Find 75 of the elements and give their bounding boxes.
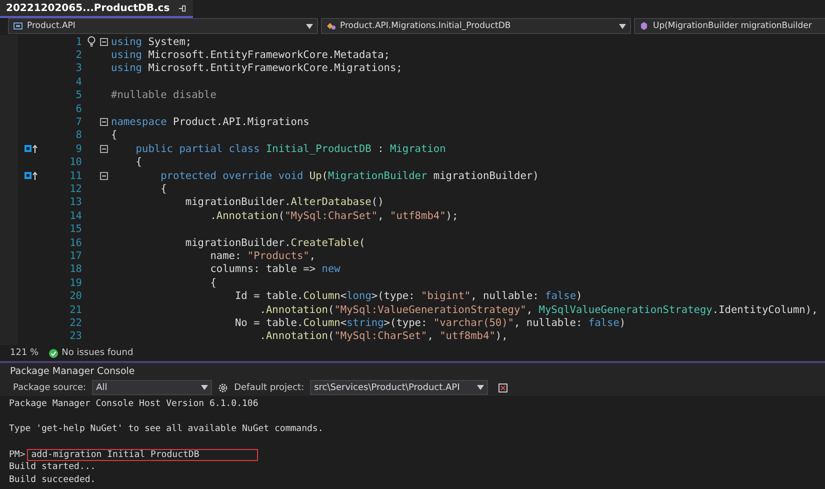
line-number: 14 bbox=[68, 210, 82, 222]
line-number: 5 bbox=[74, 89, 82, 102]
dropdown-item-icon bbox=[13, 21, 23, 31]
console-line: Package Manager Console Host Version 6.1.0.106 bbox=[9, 399, 258, 410]
code-line: protected override void Up(MigrationBuilder migrationBuilder) bbox=[160, 170, 539, 182]
code-line: .Annotation("MySql:CharSet", "utf8mb4"), bbox=[258, 330, 508, 342]
code-line: using Microsoft.EntityFrameworkCore.Migrations; bbox=[110, 62, 402, 74]
line-number: 11 bbox=[68, 170, 82, 182]
pin-icon bbox=[178, 4, 187, 12]
panel-title: Package Manager Console bbox=[0, 363, 825, 379]
settings-icon bbox=[218, 382, 228, 392]
code-line: using System; bbox=[110, 36, 192, 48]
line-number: 16 bbox=[68, 236, 82, 249]
line-number: 7 bbox=[74, 116, 82, 128]
code-line: migrationBuilder.AlterDatabase() bbox=[184, 196, 384, 208]
caret-icon bbox=[477, 385, 484, 390]
line-number: 22 bbox=[68, 316, 82, 329]
project-dropdown[interactable]: Product.API bbox=[8, 18, 318, 34]
collapse-icon[interactable] bbox=[100, 172, 108, 180]
code-line: name: "Products", bbox=[209, 250, 316, 262]
line-number: 8 bbox=[74, 129, 82, 142]
line-number: 15 bbox=[68, 223, 82, 236]
caret-icon bbox=[619, 24, 626, 28]
default-project-dropdown[interactable]: src\Services\Product\Product.API bbox=[310, 380, 488, 395]
zoom-level[interactable]: 121 % bbox=[10, 348, 39, 358]
line-number: 10 bbox=[68, 156, 82, 168]
collapse-icon[interactable] bbox=[100, 118, 108, 126]
console-line: Build succeeded. bbox=[9, 474, 96, 485]
line-number: 9 bbox=[74, 142, 82, 155]
code-line: #nullable disable bbox=[110, 89, 216, 102]
line-number: 20 bbox=[68, 290, 82, 302]
package-source-dropdown[interactable]: All bbox=[92, 380, 212, 395]
code-line: { bbox=[134, 156, 142, 168]
line-number: 2 bbox=[74, 49, 82, 62]
code-line: namespace Product.API.Migrations bbox=[110, 116, 310, 128]
collapse-icon[interactable] bbox=[100, 38, 108, 46]
member-dropdown[interactable]: Up(MigrationBuilder migrationBuilder bbox=[634, 18, 825, 34]
code-line: No = table.Column<string>(type: "varchar(50)", nullable: false) bbox=[234, 316, 626, 329]
console-line: Type 'get-help NuGet' to see all available NuGet commands. bbox=[9, 424, 324, 434]
console-line: Build started... bbox=[9, 462, 96, 472]
issues-status: No issues found bbox=[62, 348, 134, 358]
code-line: migrationBuilder.CreateTable( bbox=[184, 236, 366, 249]
dropdown-item-icon bbox=[326, 21, 336, 31]
line-number: 23 bbox=[68, 330, 82, 342]
line-number: 13 bbox=[68, 196, 82, 208]
line-number: 21 bbox=[68, 304, 82, 316]
clear-console-icon bbox=[498, 382, 508, 392]
class-dropdown[interactable]: Product.API.Migrations.Initial_ProductDB bbox=[321, 18, 631, 34]
field-label: Package source: bbox=[13, 382, 86, 392]
line-number: 12 bbox=[68, 182, 82, 195]
code-line: using Microsoft.EntityFrameworkCore.Metadata; bbox=[110, 49, 390, 62]
caret-icon bbox=[306, 24, 313, 28]
code-line: public partial class Initial_ProductDB : Migration bbox=[134, 142, 446, 155]
file-tab[interactable]: 20221202065...ProductDB.cs bbox=[0, 0, 193, 18]
line-number: 1 bbox=[74, 36, 82, 48]
line-number: 4 bbox=[74, 76, 82, 88]
code-line: .Annotation("MySql:ValueGenerationStrategy", MySqlValueGenerationStrategy.IdentityColumn), bbox=[258, 304, 818, 316]
caret-icon bbox=[201, 385, 208, 390]
line-number: 19 bbox=[68, 276, 82, 289]
line-number: 17 bbox=[68, 250, 82, 262]
code-line: { bbox=[160, 182, 167, 195]
line-number: 6 bbox=[74, 102, 82, 115]
code-line: columns: table => new bbox=[209, 263, 340, 276]
code-line: .Annotation("MySql:CharSet", "utf8mb4"); bbox=[209, 210, 458, 222]
code-line: { bbox=[209, 276, 216, 289]
code-line: Id = table.Column<long>(type: "bigint", nullable: false) bbox=[234, 290, 582, 302]
console-command: add-migration Initial ProductDB bbox=[27, 448, 258, 461]
collapse-icon[interactable] bbox=[100, 144, 108, 153]
dropdown-item-icon bbox=[639, 21, 649, 31]
field-label: Default project: bbox=[234, 382, 304, 392]
console-prompt: PM> bbox=[9, 450, 26, 460]
line-number: 3 bbox=[74, 62, 82, 74]
line-number: 18 bbox=[68, 263, 82, 276]
check-icon bbox=[48, 348, 58, 358]
code-line: { bbox=[110, 129, 118, 142]
